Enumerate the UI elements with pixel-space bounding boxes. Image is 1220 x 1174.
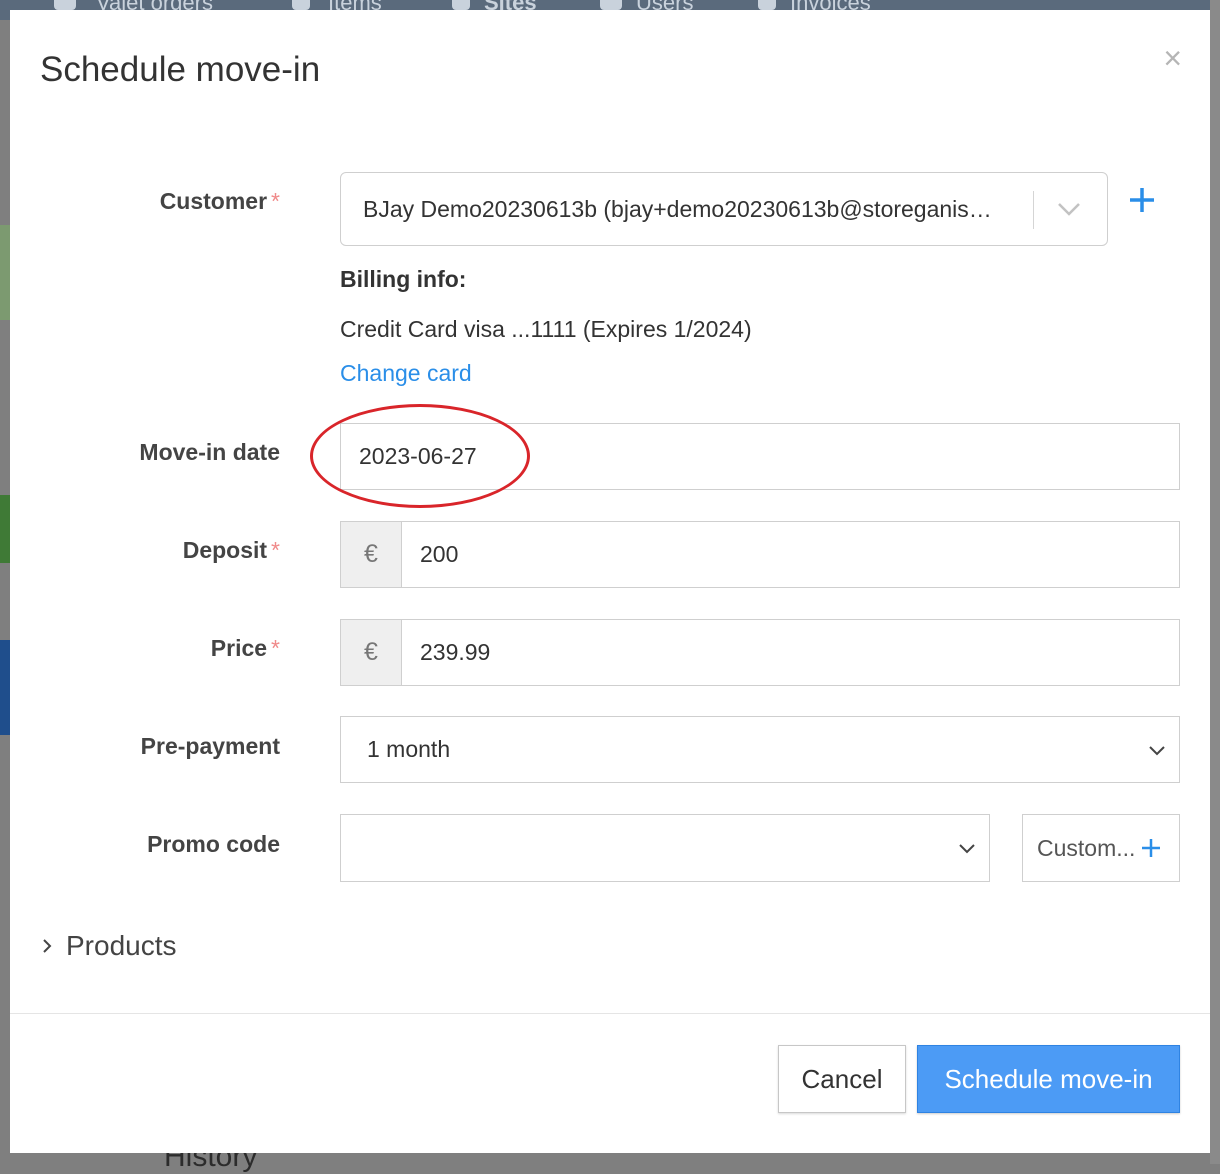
price-currency-addon: € bbox=[340, 619, 402, 686]
required-mark: * bbox=[271, 537, 280, 563]
footer-divider bbox=[10, 1013, 1210, 1014]
price-input[interactable]: 239.99 bbox=[401, 619, 1180, 686]
schedule-move-in-modal: Schedule move-in × Customer * BJay Demo20… bbox=[10, 10, 1210, 1153]
prepayment-value: 1 month bbox=[367, 736, 451, 762]
schedule-move-in-button[interactable]: Schedule move-in bbox=[917, 1045, 1180, 1113]
change-card-link[interactable]: Change card bbox=[340, 360, 472, 387]
user-icon bbox=[600, 0, 622, 10]
select-separator bbox=[1033, 191, 1034, 229]
billing-info-title: Billing info: bbox=[340, 266, 467, 292]
modal-title: Schedule move-in bbox=[40, 50, 321, 89]
required-mark: * bbox=[271, 188, 280, 214]
customer-select[interactable]: BJay Demo20230613b (bjay+demo20230613b@s… bbox=[340, 172, 1108, 246]
custom-promo-button[interactable]: Custom... bbox=[1022, 814, 1180, 882]
chevron-right-icon bbox=[43, 939, 52, 953]
prepayment-select[interactable]: 1 month bbox=[340, 716, 1180, 783]
promo-code-select[interactable] bbox=[340, 814, 990, 882]
move-in-date-input[interactable]: 2023-06-27 bbox=[340, 423, 1180, 490]
chevron-down-icon bbox=[1149, 746, 1165, 756]
background-green-block-2 bbox=[0, 495, 10, 563]
building-icon bbox=[452, 0, 470, 10]
prepayment-label: Pre-payment bbox=[140, 733, 280, 759]
deposit-label: Deposit * bbox=[182, 537, 280, 563]
move-in-date-label: Move-in date bbox=[139, 439, 280, 465]
customer-label: Customer * bbox=[159, 188, 280, 214]
customer-value: BJay Demo20230613b (bjay+demo20230613b@s… bbox=[363, 195, 1003, 222]
products-label: Products bbox=[66, 930, 177, 961]
products-toggle[interactable]: Products bbox=[40, 930, 177, 962]
billing-card-info: Credit Card visa ...1111 (Expires 1/2024… bbox=[340, 316, 752, 342]
add-customer-plus-icon[interactable] bbox=[1128, 186, 1156, 214]
invoice-icon bbox=[758, 0, 776, 10]
background-right-edge bbox=[1210, 0, 1220, 1164]
cancel-button[interactable]: Cancel bbox=[778, 1045, 906, 1113]
deposit-currency-addon: € bbox=[340, 521, 402, 588]
background-green-block bbox=[0, 225, 10, 320]
chevron-down-icon bbox=[959, 844, 975, 854]
promo-code-label: Promo code bbox=[147, 831, 280, 857]
background-blue-block bbox=[0, 640, 10, 735]
box-icon bbox=[292, 0, 310, 10]
close-icon[interactable]: × bbox=[1163, 42, 1182, 74]
required-mark: * bbox=[271, 635, 280, 661]
chevron-down-icon[interactable] bbox=[1057, 193, 1081, 223]
truck-icon bbox=[54, 0, 76, 10]
price-label: Price * bbox=[210, 635, 280, 661]
custom-promo-label: Custom... bbox=[1037, 834, 1136, 861]
deposit-input[interactable]: 200 bbox=[401, 521, 1180, 588]
plus-icon bbox=[1142, 839, 1161, 857]
